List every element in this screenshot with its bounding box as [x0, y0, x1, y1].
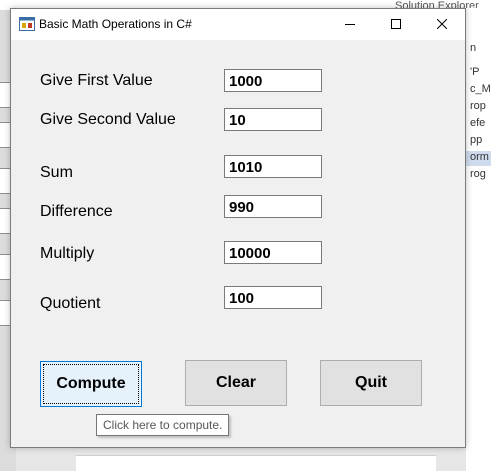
app-icon	[19, 17, 35, 31]
math-operations-window: Basic Math Operations in C# Give First V…	[10, 8, 466, 448]
difference-label: Difference	[40, 203, 113, 220]
difference-output[interactable]	[224, 195, 322, 218]
background-tree-item: orm	[470, 151, 489, 163]
background-solution-explorer: n 'P c_M rop efe pp orm rog	[466, 10, 491, 471]
background-solution-explorer-label: Solution Explorer	[395, 0, 479, 8]
minimize-icon	[345, 16, 355, 34]
maximize-button[interactable]	[373, 9, 419, 40]
clear-button[interactable]: Clear	[185, 360, 287, 406]
background-tree-item: n	[470, 42, 477, 54]
multiply-label: Multiply	[40, 245, 95, 262]
close-icon	[436, 16, 448, 34]
background-tree-item: rog	[470, 168, 486, 180]
background-tree-item: 'P	[470, 66, 480, 78]
background-tree-item: c_M	[470, 83, 491, 95]
close-button[interactable]	[419, 9, 465, 40]
background-tree-item: rop	[470, 100, 486, 112]
quotient-label: Quotient	[40, 295, 101, 312]
quit-button[interactable]: Quit	[320, 360, 422, 406]
background-tree-item: pp	[470, 134, 483, 146]
background-panel	[76, 455, 436, 472]
compute-button[interactable]: Compute	[40, 361, 142, 407]
minimize-button[interactable]	[327, 9, 373, 40]
multiply-output[interactable]	[224, 241, 322, 264]
first-value-input[interactable]	[224, 69, 322, 92]
maximize-icon	[391, 16, 401, 34]
compute-tooltip: Click here to compute.	[96, 414, 230, 436]
quotient-output[interactable]	[224, 286, 322, 309]
sum-output[interactable]	[224, 155, 322, 178]
window-title: Basic Math Operations in C#	[39, 17, 192, 31]
second-value-input[interactable]	[224, 108, 322, 131]
sum-label: Sum	[40, 164, 73, 181]
background-tree-item: efe	[470, 117, 486, 129]
first-value-label: Give First Value	[40, 72, 153, 89]
title-bar[interactable]: Basic Math Operations in C#	[11, 9, 465, 40]
second-value-label: Give Second Value	[40, 111, 176, 128]
